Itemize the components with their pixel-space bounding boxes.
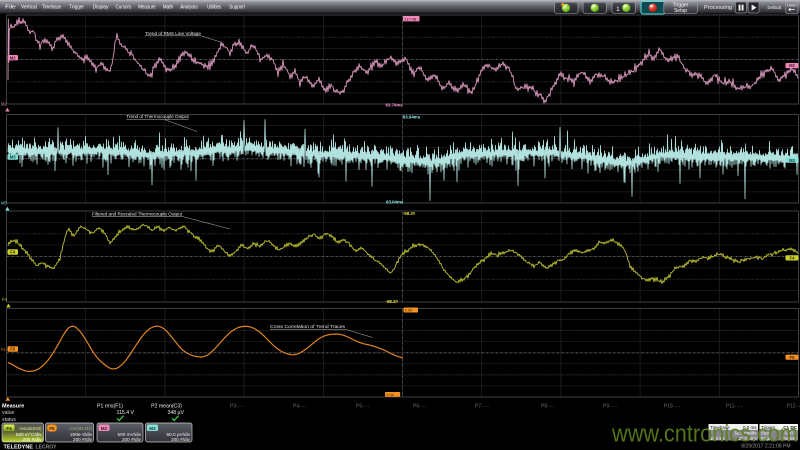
svg-text:Processing: Processing <box>704 5 732 11</box>
svg-text:Display: Display <box>93 5 109 11</box>
svg-text:M2: M2 <box>10 55 16 60</box>
svg-text:Trend of RMS Line Voltage: Trend of RMS Line Voltage <box>145 31 201 36</box>
svg-text:M3: M3 <box>789 158 795 163</box>
svg-text:Trend of Thermocouple Output: Trend of Thermocouple Output <box>126 114 189 119</box>
svg-text:117.4B: 117.4B <box>404 16 416 21</box>
svg-text:Vertical: Vertical <box>21 5 37 11</box>
svg-text:F5: F5 <box>790 355 796 360</box>
svg-text:value: value <box>2 410 15 416</box>
svg-text:P2 mean(C3): P2 mean(C3) <box>151 404 182 410</box>
svg-text:Setup: Setup <box>674 8 687 14</box>
svg-text:status: status <box>2 417 16 423</box>
svg-text:Timebase: Timebase <box>42 5 61 11</box>
svg-text:200 #/div: 200 #/div <box>171 437 191 442</box>
svg-text:Filtered and Rescaled Thermoco: Filtered and Rescaled Thermocouple Outpu… <box>92 211 183 216</box>
svg-text:M2: M2 <box>101 426 108 431</box>
svg-text:-98.2#: -98.2# <box>403 211 416 216</box>
svg-text:TELEDYNE: TELEDYNE <box>4 445 34 450</box>
svg-text:F5: F5 <box>1 348 5 352</box>
svg-text:File: File <box>5 5 16 11</box>
svg-text:M2: M2 <box>789 63 795 68</box>
svg-text:Utilities: Utilities <box>207 5 221 11</box>
svg-text:F4: F4 <box>10 250 16 255</box>
svg-text:P5- - -: P5- - - <box>356 404 370 410</box>
svg-text:LECROY: LECROY <box>36 445 57 450</box>
svg-text:P7- - -: P7- - - <box>475 404 489 410</box>
svg-text:Trigger: Trigger <box>69 5 84 11</box>
svg-text:200 #/div: 200 #/div <box>22 437 42 442</box>
svg-text:Measure: Measure <box>138 5 156 11</box>
svg-text:P8- - -: P8- - - <box>541 404 555 410</box>
svg-text:F4: F4 <box>2 297 8 302</box>
svg-text:Undo: Undo <box>787 2 797 7</box>
svg-text:P10- - -: P10- - - <box>664 404 681 410</box>
svg-text:348 µV: 348 µV <box>167 410 184 416</box>
svg-text:M3: M3 <box>1 200 7 205</box>
svg-text:Measure: Measure <box>2 404 24 410</box>
svg-text:-98.2#: -98.2# <box>386 299 399 304</box>
svg-text:rescale(M3): rescale(M3) <box>19 426 42 431</box>
svg-text:200 #/div: 200 #/div <box>122 437 142 442</box>
svg-text:500 m°C/div: 500 m°C/div <box>16 432 42 437</box>
svg-text:Analysis: Analysis <box>180 5 198 11</box>
svg-text:Cross Correlation of Trend Tra: Cross Correlation of Trend Traces <box>270 324 346 329</box>
svg-text:F5: F5 <box>10 347 16 352</box>
svg-text:200 #/div: 200 #/div <box>73 437 93 442</box>
svg-text:F4: F4 <box>6 426 12 431</box>
svg-text:63.74ms: 63.74ms <box>386 102 404 107</box>
svg-text:115.4 V: 115.4 V <box>117 410 135 416</box>
svg-text:50.0 µV/div: 50.0 µV/div <box>166 432 190 437</box>
svg-text:P9- - -: P9- - - <box>603 404 617 410</box>
svg-text:F5: F5 <box>49 426 55 431</box>
svg-text:Support: Support <box>229 5 245 11</box>
svg-text:500 mV/div: 500 mV/div <box>118 432 142 437</box>
svg-text:63.04ms: 63.04ms <box>386 199 404 204</box>
svg-text:200e-3/div: 200e-3/div <box>70 432 93 437</box>
svg-text:Default: Default <box>768 5 782 11</box>
svg-text:corr(M2,M3): corr(M2,M3) <box>69 426 92 431</box>
svg-text:M2: M2 <box>1 101 7 106</box>
svg-text:www.cntronics.com: www.cntronics.com <box>611 421 798 448</box>
svg-text:P11- - -: P11- - - <box>726 404 743 410</box>
svg-text:M3: M3 <box>10 155 16 160</box>
svg-text:P1 rms(F1): P1 rms(F1) <box>97 404 123 410</box>
svg-text:Cursors: Cursors <box>116 5 132 11</box>
svg-text:P4- - -: P4- - - <box>293 404 307 410</box>
svg-text:63.04ms: 63.04ms <box>403 114 421 119</box>
svg-text:0.0#: 0.0# <box>386 392 394 397</box>
svg-text:P3- - -: P3- - - <box>230 404 244 410</box>
svg-text:F4: F4 <box>790 256 796 261</box>
svg-text:P12- - -: P12- - - <box>787 404 800 410</box>
svg-text:0.0#: 0.0# <box>405 308 413 313</box>
svg-text:Math: Math <box>163 5 174 11</box>
svg-text:P6- - -: P6- - - <box>413 404 427 410</box>
svg-text:M3: M3 <box>149 426 156 431</box>
